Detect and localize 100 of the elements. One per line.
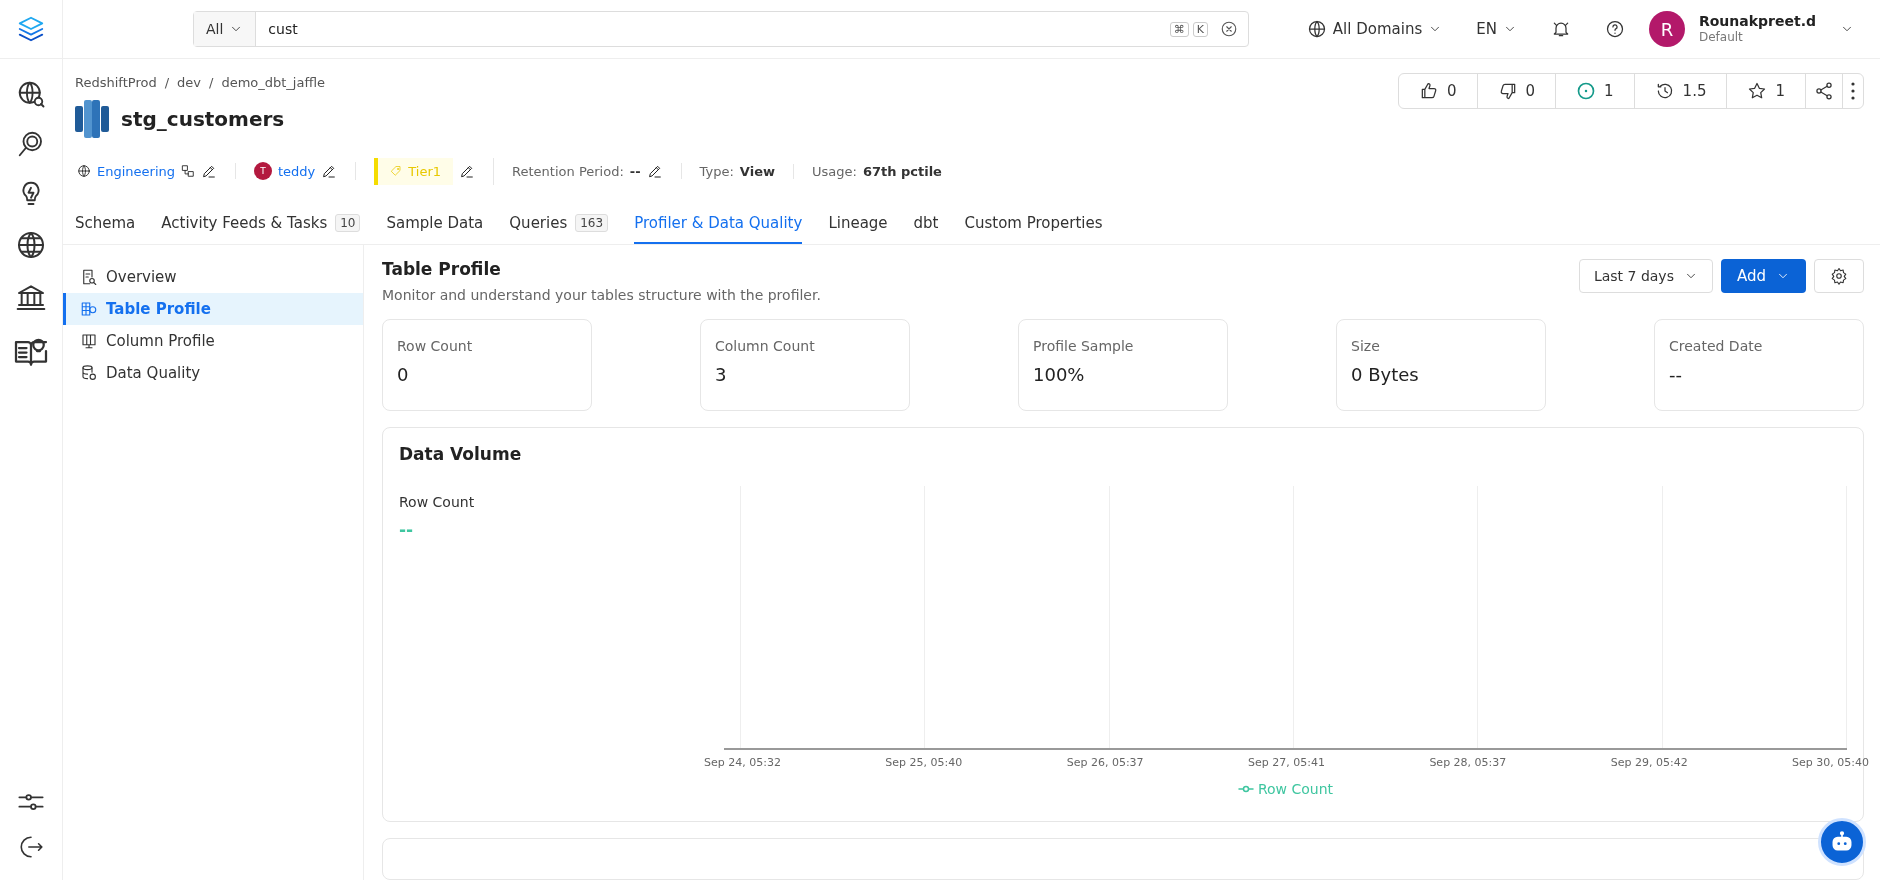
axis-label: Sep 27, 05:41: [1248, 756, 1325, 769]
star-button[interactable]: 1: [1727, 74, 1806, 108]
tab[interactable]: Activity Feeds & Tasks 10: [161, 208, 361, 244]
breadcrumb-separator: /: [209, 75, 214, 90]
table-profile-icon: [80, 300, 98, 318]
hierarchy-icon: [181, 164, 195, 178]
search-input[interactable]: cust: [256, 21, 1170, 37]
stat-value: 0 Bytes: [1351, 364, 1420, 385]
detail-value: --: [629, 163, 641, 179]
entity-title: stg_customers: [121, 107, 285, 131]
stat-value: 0: [397, 364, 410, 385]
axis-label: Sep 26, 05:37: [1066, 756, 1144, 769]
column-profile-icon: [80, 332, 98, 350]
close-circle-icon: [1220, 20, 1238, 38]
side-menu-item[interactable]: Data Quality: [63, 357, 363, 389]
axis-label: Sep 25, 05:40: [885, 756, 963, 769]
stat-label: Created Date: [1669, 338, 1764, 354]
breadcrumb-link[interactable]: demo_dbt_jaffle: [221, 75, 325, 90]
shortcut-key: ⌘: [1169, 21, 1189, 37]
chatbot-button[interactable]: [1818, 818, 1866, 866]
card-title: Data Volume: [399, 444, 523, 464]
settings-button[interactable]: [1814, 259, 1864, 293]
user-role: Default: [1698, 30, 1744, 45]
side-menu-item[interactable]: Overview: [63, 261, 363, 293]
breadcrumb-separator: /: [164, 75, 170, 90]
breadcrumb-link[interactable]: dev: [177, 75, 201, 90]
tab[interactable]: Custom Properties: [964, 208, 1103, 244]
user-name: Rounakpreet.d: [1698, 13, 1816, 31]
count-badge: 10: [335, 214, 361, 232]
globe-icon: [1306, 19, 1327, 39]
more-icon: [1851, 82, 1855, 100]
axis-label: Sep 29, 05:42: [1610, 756, 1688, 769]
user-avatar[interactable]: R: [1648, 11, 1685, 47]
language-dropdown[interactable]: EN: [1466, 20, 1527, 38]
tab[interactable]: Sample Data: [386, 208, 484, 244]
target-icon: [1576, 81, 1597, 101]
stat-value: 3: [715, 364, 728, 385]
domain-link[interactable]: Engineering: [97, 163, 175, 179]
date-range-dropdown[interactable]: Last 7 days: [1578, 259, 1713, 293]
tab[interactable]: Queries 163: [509, 208, 609, 244]
help-icon: [1604, 19, 1625, 39]
tag-icon: [390, 165, 403, 177]
edit-icon: [321, 163, 338, 179]
like-button[interactable]: 0: [1398, 74, 1478, 108]
search-field[interactable]: All cust ⌘ K: [193, 11, 1249, 47]
version-button[interactable]: 1.5: [1634, 74, 1728, 108]
shortcut-key: K: [1192, 21, 1208, 37]
database-logo-icon: [75, 100, 109, 138]
share-icon: [1814, 81, 1834, 101]
section-description: Monitor and understand your tables structure with the profiler.: [382, 287, 821, 303]
tier-tag: Tier1: [374, 157, 454, 185]
logout-button[interactable]: [18, 834, 44, 860]
section-title: Table Profile: [382, 259, 502, 279]
edit-icon: [646, 163, 663, 179]
metric-label: Row Count: [399, 494, 476, 510]
owner-link[interactable]: teddy: [278, 163, 316, 179]
tab[interactable]: Lineage: [828, 208, 888, 244]
dislike-button[interactable]: 0: [1477, 74, 1557, 108]
nav-button[interactable]: [16, 79, 46, 109]
globe-icon: [77, 164, 91, 178]
edit-icon: [201, 163, 217, 179]
stat-label: Profile Sample: [1033, 338, 1135, 354]
stat-label: Row Count: [397, 338, 474, 354]
line-marker-icon: [1237, 783, 1254, 795]
database-check-icon: [80, 364, 98, 382]
logout-icon: [18, 834, 44, 860]
axis-label: Sep 24, 05:32: [704, 756, 781, 769]
nav-button[interactable]: [15, 229, 47, 261]
detail-label: Usage:: [812, 163, 857, 179]
edit-icon: [459, 163, 476, 179]
detail-value: 67th pctile: [862, 163, 942, 179]
stat-value: 100%: [1033, 364, 1086, 385]
follow-button[interactable]: 1: [1556, 74, 1635, 108]
globe-icon: [15, 229, 47, 261]
star-icon: [1747, 81, 1768, 101]
add-button[interactable]: Add: [1720, 259, 1806, 293]
domain-dropdown[interactable]: All Domains: [1296, 19, 1453, 39]
tab[interactable]: Schema: [75, 208, 136, 244]
side-menu-item[interactable]: Table Profile: [63, 293, 363, 325]
detail-value: View: [739, 163, 775, 179]
axis-label: Sep 30, 05:40: [1792, 756, 1869, 769]
tab[interactable]: Profiler & Data Quality: [634, 208, 803, 244]
scope-dropdown[interactable]: All: [194, 12, 257, 46]
clear-button[interactable]: [1220, 20, 1238, 38]
count-badge: 163: [575, 214, 609, 232]
document-search-icon: [80, 268, 98, 286]
detail-label: Retention Period:: [512, 163, 624, 179]
layers-logo-icon: [16, 14, 46, 44]
tab[interactable]: dbt: [913, 208, 939, 244]
stat-label: Column Count: [715, 338, 816, 354]
side-menu-item[interactable]: Column Profile: [63, 325, 363, 357]
owner-avatar: T: [254, 162, 272, 180]
detail-label: Type:: [699, 163, 734, 179]
stat-label: Size: [1351, 338, 1381, 354]
globe-search-icon: [16, 79, 46, 109]
settings-icon: [1830, 267, 1848, 285]
metric-value: --: [399, 520, 415, 540]
breadcrumb-link[interactable]: RedshiftProd: [75, 75, 157, 90]
axis-label: Sep 28, 05:37: [1429, 756, 1507, 769]
stat-value: --: [1669, 364, 1683, 385]
